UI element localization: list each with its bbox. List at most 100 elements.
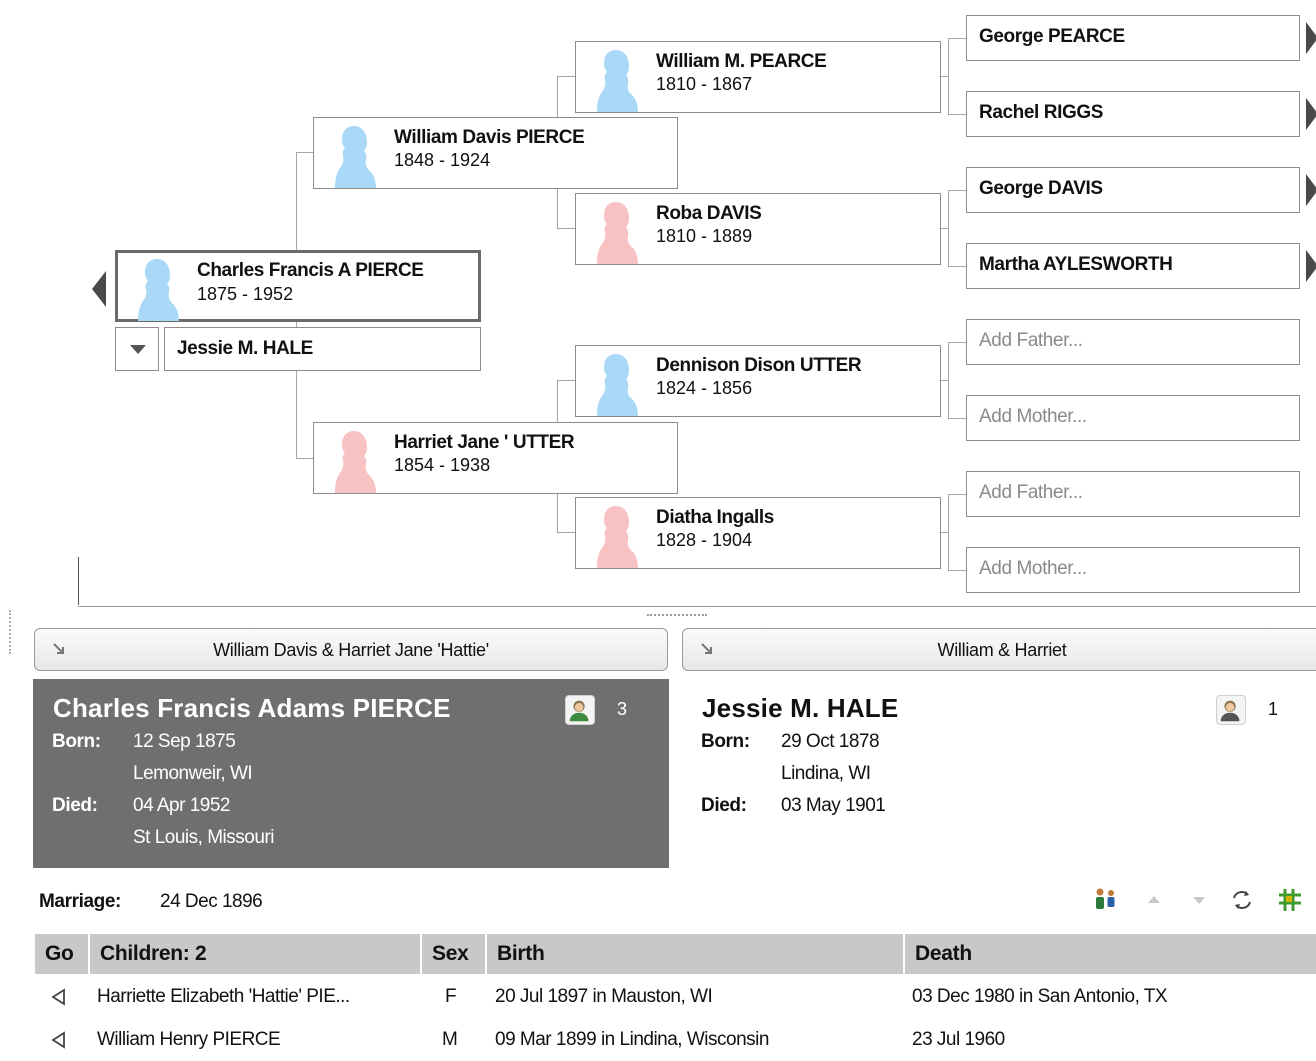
ancestor-name: Martha AYLESWORTH <box>979 254 1173 275</box>
back-arrow-icon[interactable] <box>92 271 106 307</box>
wife-media-count: 1 <box>1268 699 1279 719</box>
male-silhouette-icon <box>335 126 376 188</box>
ancestor-card[interactable]: Rachel RIGGS <box>966 91 1300 137</box>
wife-death-date: 03 May 1901 <box>781 795 886 816</box>
forward-arrow-icon[interactable] <box>1306 250 1316 282</box>
connector-line <box>948 494 966 495</box>
ancestor-card[interactable]: George DAVIS <box>966 167 1300 213</box>
ancestor-name: George PEARCE <box>979 26 1125 47</box>
add-father-label: Add Father... <box>979 482 1083 503</box>
column-header-go[interactable]: Go <box>35 934 88 974</box>
died-label: Died: <box>52 795 98 816</box>
header-birth-label: Birth <box>497 942 545 965</box>
header-go-label: Go <box>45 942 74 965</box>
splitter-grip[interactable] <box>647 614 707 616</box>
forward-arrow-icon[interactable] <box>1306 98 1316 130</box>
child-sex: M <box>442 1029 458 1050</box>
died-label: Died: <box>701 795 747 816</box>
male-silhouette-icon <box>138 259 179 321</box>
column-header-sex[interactable]: Sex <box>422 934 485 974</box>
maternal-grandfather-card[interactable]: Dennison Dison UTTER 1824 - 1856 <box>575 345 941 417</box>
connector-line <box>940 76 949 77</box>
female-silhouette-icon <box>335 431 376 493</box>
paternal-grandmother-years: 1810 - 1889 <box>656 226 753 246</box>
pane-splitter[interactable] <box>78 606 1316 607</box>
wife-birth-place: Lindina, WI <box>781 763 871 784</box>
add-mother-label: Add Mother... <box>979 558 1087 579</box>
column-header-birth[interactable]: Birth <box>487 934 903 974</box>
wife-parents-family-button[interactable]: William & Harriet <box>682 628 1316 671</box>
connector-line <box>948 266 966 267</box>
root-person-card[interactable]: Charles Francis A PIERCE 1875 - 1952 <box>115 250 481 322</box>
table-row[interactable]: William Henry PIERCE M 09 Mar 1899 in Li… <box>35 1019 1316 1061</box>
connector-line <box>948 570 966 571</box>
header-sex-label: Sex <box>432 942 469 965</box>
husband-death-place: St Louis, Missouri <box>133 827 274 848</box>
marriage-date[interactable]: 24 Dec 1896 <box>160 891 263 913</box>
maternal-grandmother-name: Diatha Ingalls <box>656 507 774 528</box>
root-person-name: Charles Francis A PIERCE <box>197 260 424 281</box>
born-label: Born: <box>701 731 750 752</box>
ancestor-card[interactable]: George PEARCE <box>966 15 1300 61</box>
father-years: 1848 - 1924 <box>394 150 491 170</box>
mother-years: 1854 - 1938 <box>394 455 491 475</box>
go-to-child-icon[interactable] <box>49 987 69 1007</box>
maternal-grandfather-years: 1824 - 1856 <box>656 378 753 398</box>
child-birth: 20 Jul 1897 in Mauston, WI <box>495 986 713 1007</box>
chevron-down-icon <box>130 345 146 354</box>
wife-name: Jessie M. HALE <box>702 693 899 723</box>
media-badge-icon[interactable] <box>1216 695 1246 725</box>
spouse-card[interactable]: Jessie M. HALE <box>164 327 481 371</box>
header-death-label: Death <box>915 942 972 965</box>
father-card[interactable]: William Davis PIERCE 1848 - 1924 <box>313 117 678 189</box>
husband-birth-date: 12 Sep 1875 <box>133 731 236 752</box>
connector-line <box>557 228 575 229</box>
add-father-label: Add Father... <box>979 330 1083 351</box>
wife-panel[interactable]: Jessie M. HALE 1 Born: 29 Oct 1878 Lindi… <box>682 679 1316 868</box>
add-child-icon[interactable] <box>1092 886 1120 914</box>
child-death: 23 Jul 1960 <box>912 1029 1005 1050</box>
husband-name: Charles Francis Adams PIERCE <box>53 693 451 723</box>
ancestor-card[interactable]: Martha AYLESWORTH <box>966 243 1300 289</box>
move-up-icon[interactable] <box>1140 886 1168 914</box>
column-header-children[interactable]: Children: 2 <box>90 934 420 974</box>
female-silhouette-icon <box>597 202 638 264</box>
add-mother-button[interactable]: Add Mother... <box>966 547 1300 593</box>
mother-card[interactable]: Harriet Jane ' UTTER 1854 - 1938 <box>313 422 678 494</box>
husband-panel[interactable]: Charles Francis Adams PIERCE 3 Born: 12 … <box>33 679 669 868</box>
move-down-icon[interactable] <box>1185 886 1213 914</box>
male-silhouette-icon <box>597 354 638 416</box>
add-father-button[interactable]: Add Father... <box>966 319 1300 365</box>
husband-parents-family-button[interactable]: William Davis & Harriet Jane 'Hattie' <box>34 628 668 671</box>
forward-arrow-icon[interactable] <box>1306 22 1316 54</box>
media-badge-icon[interactable] <box>565 695 595 725</box>
child-death: 03 Dec 1980 in San Antonio, TX <box>912 986 1168 1007</box>
male-silhouette-icon <box>597 50 638 112</box>
paternal-grandmother-card[interactable]: Roba DAVIS 1810 - 1889 <box>575 193 941 265</box>
go-to-child-icon[interactable] <box>49 1030 69 1050</box>
maternal-grandmother-years: 1828 - 1904 <box>656 530 753 550</box>
table-row[interactable]: Harriette Elizabeth 'Hattie' PIE... F 20… <box>35 976 1316 1018</box>
sort-children-icon[interactable] <box>1228 886 1256 914</box>
add-father-button[interactable]: Add Father... <box>966 471 1300 517</box>
header-children-label: Children: 2 <box>100 942 207 965</box>
paternal-grandmother-name: Roba DAVIS <box>656 203 762 224</box>
mother-name: Harriet Jane ' UTTER <box>394 432 575 453</box>
maternal-grandfather-name: Dennison Dison UTTER <box>656 355 862 376</box>
forward-arrow-icon[interactable] <box>1306 174 1316 206</box>
father-name: William Davis PIERCE <box>394 127 585 148</box>
connector-line <box>940 380 949 381</box>
child-name: Harriette Elizabeth 'Hattie' PIE... <box>97 986 350 1007</box>
person-photo-icon <box>1220 700 1240 722</box>
add-mother-button[interactable]: Add Mother... <box>966 395 1300 441</box>
spouse-dropdown-button[interactable] <box>115 327 159 371</box>
left-edge-grip[interactable] <box>9 610 11 654</box>
column-header-death[interactable]: Death <box>905 934 1316 974</box>
maternal-grandmother-card[interactable]: Diatha Ingalls 1828 - 1904 <box>575 497 941 569</box>
person-photo-icon <box>569 700 589 722</box>
relationship-grid-icon[interactable] <box>1276 886 1304 914</box>
paternal-grandfather-card[interactable]: William M. PEARCE 1810 - 1867 <box>575 41 941 113</box>
connector-line <box>948 38 966 39</box>
female-silhouette-icon <box>597 506 638 568</box>
child-birth: 09 Mar 1899 in Lindina, Wisconsin <box>495 1029 769 1050</box>
